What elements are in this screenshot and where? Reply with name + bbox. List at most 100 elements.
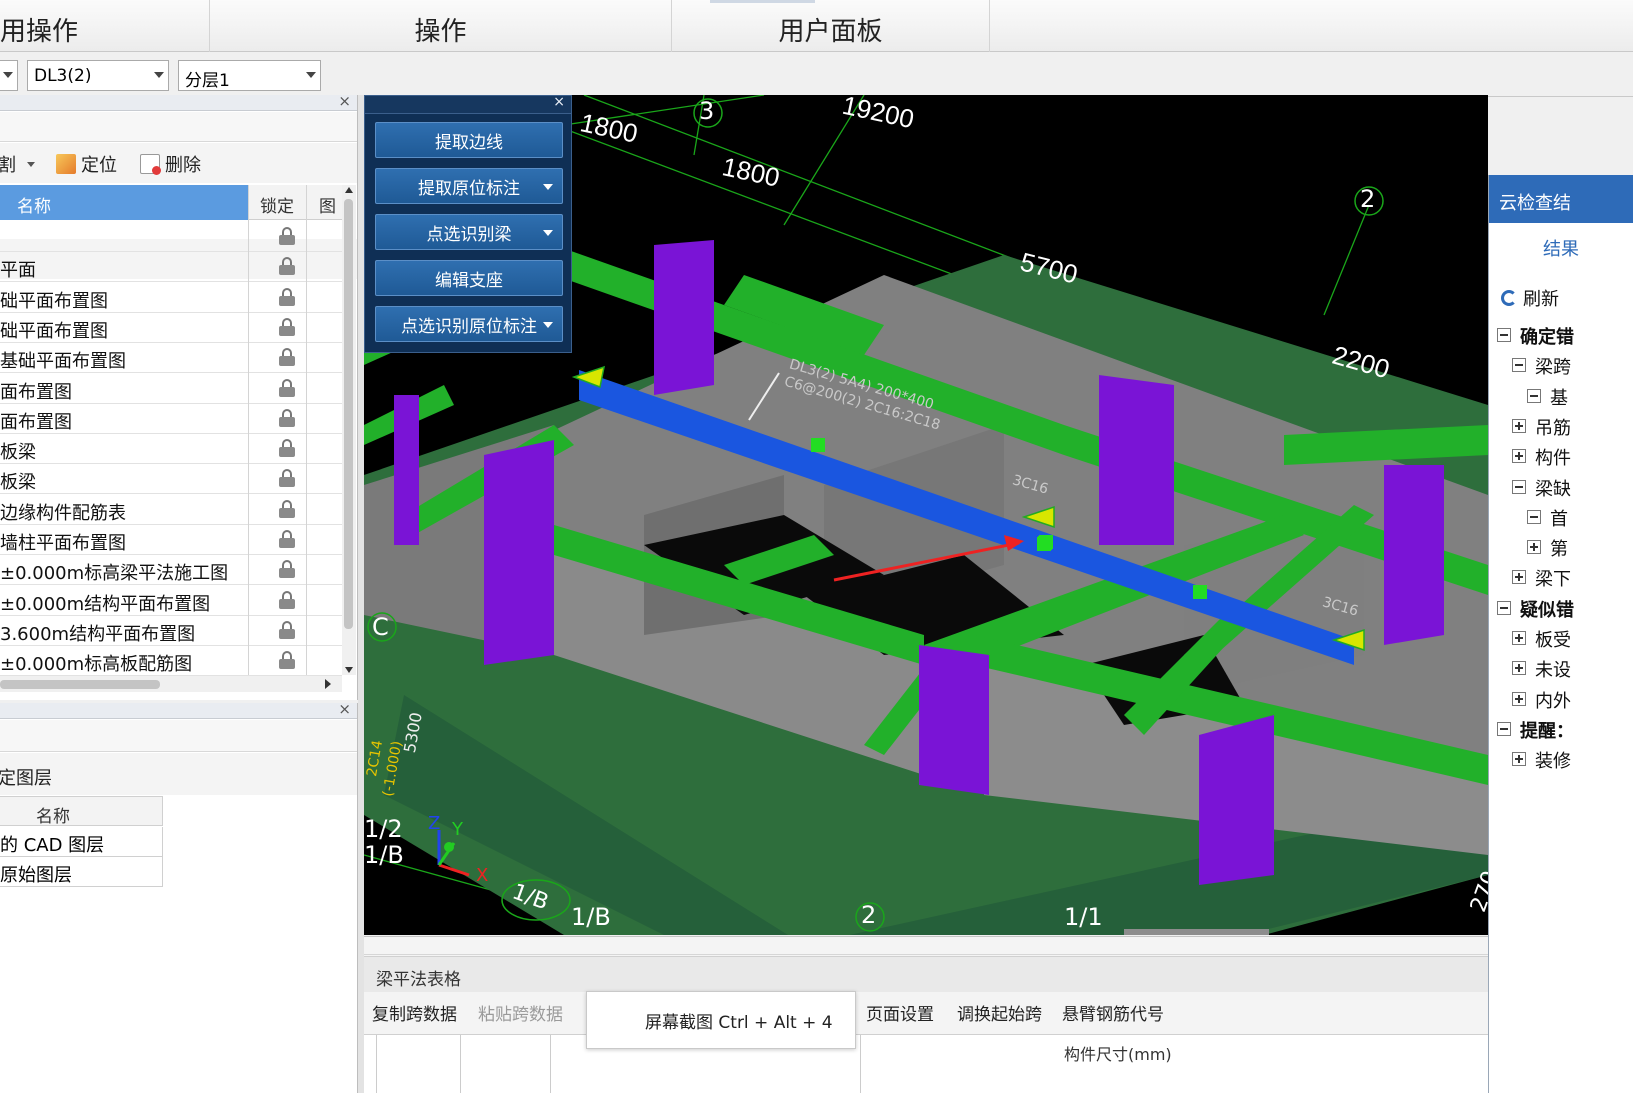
scroll-down-icon[interactable] bbox=[345, 667, 353, 673]
lock-icon[interactable] bbox=[279, 439, 295, 458]
lock-icon[interactable] bbox=[279, 469, 295, 488]
copy-span-data-button[interactable]: 复制跨数据 bbox=[372, 1000, 457, 1025]
refresh-button[interactable]: 刷新 bbox=[1501, 285, 1559, 311]
collapse-icon[interactable] bbox=[1512, 358, 1526, 373]
tree-node-label[interactable]: 首 bbox=[1550, 505, 1568, 531]
lock-icon[interactable] bbox=[279, 287, 295, 306]
expand-icon[interactable] bbox=[1512, 691, 1526, 706]
lock-icon[interactable] bbox=[279, 317, 295, 336]
tree-node-label[interactable]: 未设 bbox=[1535, 656, 1571, 682]
collapse-icon[interactable] bbox=[1497, 328, 1511, 342]
drawing-row[interactable]: 墙柱平面布置图 bbox=[0, 524, 342, 555]
result-link[interactable]: 结果 bbox=[1543, 235, 1579, 261]
drawing-row[interactable]: 3.600m结构平面布置图 bbox=[0, 615, 342, 646]
pick-identify-annotation-button[interactable]: 点选识别原位标注 bbox=[375, 306, 563, 342]
tree-node-label[interactable]: 基 bbox=[1550, 384, 1568, 410]
column-header-lock[interactable]: 锁定 bbox=[260, 192, 294, 217]
drawing-row[interactable]: ±0.000m标高板配筋图 bbox=[0, 645, 342, 677]
collapse-icon[interactable] bbox=[1497, 721, 1511, 736]
drawing-row[interactable]: 础平面布置图 bbox=[0, 312, 342, 343]
drawing-row[interactable]: ±0.000m结构平面布置图 bbox=[0, 585, 342, 616]
cantilever-rebar-code-button[interactable]: 悬臂钢筋代号 bbox=[1062, 1000, 1164, 1025]
tree-node-label[interactable]: 梁缺 bbox=[1535, 475, 1571, 501]
lock-icon[interactable] bbox=[279, 620, 295, 639]
ribbon-group-ops[interactable]: 操作 bbox=[210, 0, 672, 52]
page-setup-button[interactable]: 页面设置 bbox=[866, 1000, 934, 1025]
beam-select[interactable]: DL3(2) bbox=[27, 60, 169, 91]
panel-splitter[interactable] bbox=[364, 937, 1488, 955]
layer-row[interactable]: 的 CAD 图层 bbox=[0, 827, 163, 857]
viewport-scroll-thumb[interactable] bbox=[1124, 929, 1269, 935]
tree-node-label[interactable]: 疑似错 bbox=[1520, 596, 1574, 622]
drawing-row[interactable]: 板梁 bbox=[0, 463, 342, 495]
type-select[interactable] bbox=[0, 60, 18, 91]
lock-icon[interactable] bbox=[279, 408, 295, 427]
close-icon[interactable]: × bbox=[338, 92, 351, 110]
tree-node-label[interactable]: 板受 bbox=[1535, 626, 1571, 652]
expand-icon[interactable] bbox=[1512, 449, 1526, 464]
chevron-down-icon[interactable] bbox=[543, 322, 553, 328]
close-icon[interactable]: × bbox=[338, 700, 351, 718]
scroll-up-icon[interactable] bbox=[345, 187, 353, 193]
split-button[interactable]: 割 bbox=[0, 151, 35, 177]
drawing-row[interactable]: 平面 bbox=[0, 251, 342, 283]
drawing-row[interactable]: 面布置图 bbox=[0, 403, 342, 434]
tree-node-label[interactable]: 确定错 bbox=[1520, 323, 1574, 349]
expand-icon[interactable] bbox=[1512, 570, 1526, 585]
scroll-thumb[interactable] bbox=[344, 199, 353, 629]
lock-icon[interactable] bbox=[279, 348, 295, 367]
collapse-icon[interactable] bbox=[1527, 388, 1541, 403]
layer-filter-option[interactable]: 定图层 bbox=[0, 764, 52, 790]
horizontal-scrollbar[interactable] bbox=[0, 676, 342, 692]
column-header-name[interactable]: 名称 bbox=[0, 185, 248, 220]
extract-annotation-button[interactable]: 提取原位标注 bbox=[375, 168, 563, 204]
column-header-drawing[interactable]: 图 bbox=[319, 192, 336, 217]
paste-span-data-button[interactable]: 粘贴跨数据 bbox=[478, 1000, 563, 1025]
tree-node-label[interactable]: 装修 bbox=[1535, 747, 1571, 773]
ribbon-group-general-ops[interactable]: 用操作 bbox=[0, 0, 210, 52]
collapse-icon[interactable] bbox=[1527, 509, 1541, 524]
drawing-row[interactable] bbox=[0, 221, 342, 252]
vertical-scrollbar[interactable] bbox=[342, 185, 356, 675]
layer-select[interactable]: 分层1 bbox=[178, 60, 321, 91]
tree-node-label[interactable]: 吊筋 bbox=[1535, 414, 1571, 440]
tree-node-label[interactable]: 构件 bbox=[1535, 444, 1571, 470]
expand-icon[interactable] bbox=[1512, 418, 1526, 433]
layer-column-header[interactable]: 名称 bbox=[0, 796, 163, 827]
lock-icon[interactable] bbox=[279, 257, 295, 276]
collapse-icon[interactable] bbox=[1512, 479, 1526, 494]
extract-edge-button[interactable]: 提取边线 bbox=[375, 122, 563, 158]
drawing-row[interactable]: ±0.000m标高梁平法施工图 bbox=[0, 554, 342, 586]
tree-node-label[interactable]: 梁下 bbox=[1535, 565, 1571, 591]
lock-icon[interactable] bbox=[279, 530, 295, 548]
drawing-row[interactable]: 边缘构件配筋表 bbox=[0, 494, 342, 525]
pick-identify-beam-button[interactable]: 点选识别梁 bbox=[375, 214, 563, 250]
drawing-row[interactable]: 板梁 bbox=[0, 433, 342, 465]
edit-support-button[interactable]: 编辑支座 bbox=[375, 260, 563, 296]
lock-icon[interactable] bbox=[279, 499, 295, 518]
scroll-right-icon[interactable] bbox=[325, 679, 331, 689]
swap-start-span-button[interactable]: 调换起始跨 bbox=[957, 1000, 1042, 1025]
drawing-row[interactable]: 面布置图 bbox=[0, 373, 342, 404]
layer-row[interactable]: 原始图层 bbox=[0, 857, 163, 887]
expand-icon[interactable] bbox=[1527, 540, 1541, 555]
scroll-thumb[interactable] bbox=[0, 680, 160, 689]
expand-icon[interactable] bbox=[1512, 752, 1526, 767]
chevron-down-icon[interactable] bbox=[543, 184, 553, 190]
tree-node-label[interactable]: 提醒： bbox=[1520, 717, 1574, 743]
lock-icon[interactable] bbox=[279, 378, 295, 397]
close-icon[interactable]: × bbox=[553, 94, 565, 110]
expand-icon[interactable] bbox=[1512, 631, 1526, 645]
expand-icon[interactable] bbox=[1512, 661, 1526, 676]
tree-node-label[interactable]: 第 bbox=[1550, 535, 1568, 561]
delete-button[interactable]: 删除 bbox=[140, 151, 201, 177]
locate-button[interactable]: 定位 bbox=[56, 151, 117, 177]
tree-node-label[interactable]: 内外 bbox=[1535, 687, 1571, 713]
drawing-row[interactable]: 基础平面布置图 bbox=[0, 342, 342, 374]
chevron-down-icon[interactable] bbox=[543, 230, 553, 236]
ribbon-group-user-panel[interactable]: 用户面板 bbox=[672, 0, 990, 52]
collapse-icon[interactable] bbox=[1497, 600, 1511, 615]
lock-icon[interactable] bbox=[279, 227, 295, 245]
lock-icon[interactable] bbox=[279, 590, 295, 609]
lock-icon[interactable] bbox=[279, 651, 295, 670]
